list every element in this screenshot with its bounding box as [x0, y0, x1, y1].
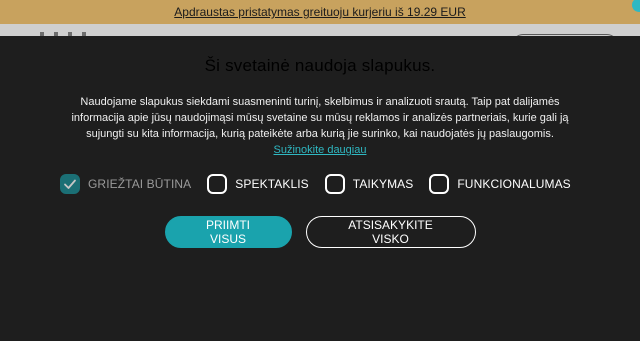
reject-all-button[interactable]: ATSISAKYKITE VISKO	[305, 216, 476, 248]
learn-more-link[interactable]: Sužinokite daugiau	[274, 144, 367, 156]
checkbox-checked	[60, 174, 80, 194]
announcement-bar[interactable]: Apdraustas pristatymas greituoju kurjeri…	[0, 0, 640, 24]
checkbox-label[interactable]: FUNKCIONALUMAS	[457, 177, 570, 191]
checkbox-strictly-necessary: GRIEŽTAI BŪTINA	[60, 174, 191, 194]
description-line: Naudojame slapukus siekdami suasmeninti …	[80, 96, 560, 108]
announcement-text[interactable]: Apdraustas pristatymas greituoju kurjeri…	[174, 5, 465, 19]
checkbox-label[interactable]: SPEKTAKLIS	[235, 177, 308, 191]
description-line: sujungti su kita informacija, kurią pate…	[86, 128, 554, 140]
checkbox-unchecked[interactable]	[207, 174, 228, 194]
cookie-category-options: GRIEŽTAI BŪTINA SPEKTAKLIS TAIKYMAS FUNK…	[60, 172, 571, 196]
description-line: informacija apie jūsų naudojimąsi mūsų s…	[71, 112, 569, 124]
checkbox-unchecked[interactable]	[429, 174, 450, 194]
accept-all-button[interactable]: PRIIMTI VISUS	[164, 216, 292, 248]
checkbox-label[interactable]: TAIKYMAS	[353, 177, 414, 191]
cookie-banner-title: Ši svetainė naudoja slapukus.	[204, 56, 436, 75]
checkbox-functionality[interactable]: FUNKCIONALUMAS	[429, 174, 571, 194]
checkbox-unchecked[interactable]	[324, 174, 345, 194]
checkbox-targeting[interactable]: TAIKYMAS	[324, 174, 414, 194]
cookie-banner-description: Naudojame slapukus siekdami suasmeninti …	[28, 94, 612, 158]
checkmark-icon	[64, 179, 76, 189]
cookie-banner-actions: PRIIMTI VISUS ATSISAKYKITE VISKO	[0, 216, 640, 248]
checkbox-label: GRIEŽTAI BŪTINA	[88, 177, 192, 191]
checkbox-performance[interactable]: SPEKTAKLIS	[207, 174, 309, 194]
chat-bubble-icon[interactable]	[632, 0, 640, 12]
